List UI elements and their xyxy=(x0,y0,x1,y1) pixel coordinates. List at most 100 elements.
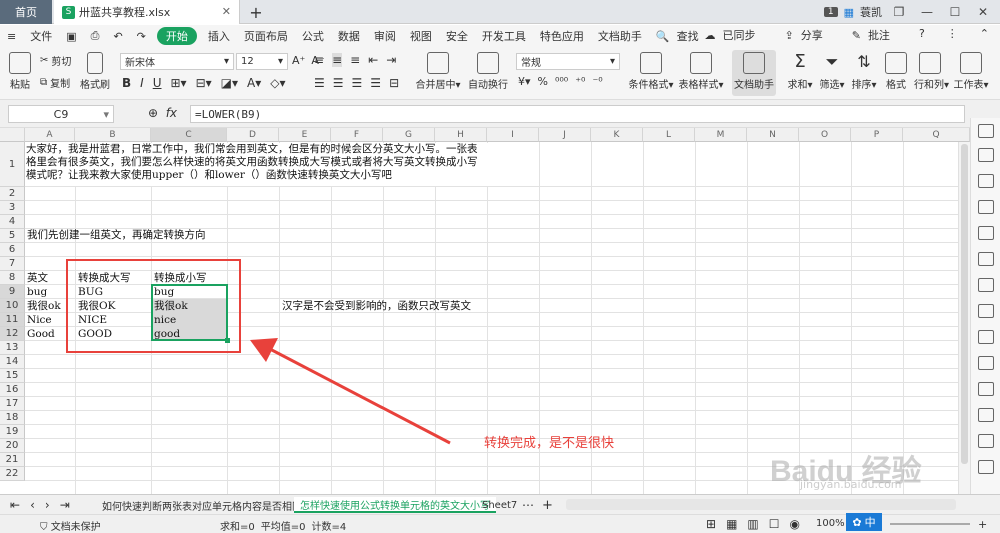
underline-icon[interactable]: U xyxy=(153,76,162,90)
print-icon[interactable]: ⎙ xyxy=(84,29,107,43)
next-sheet-icon[interactable]: › xyxy=(45,498,50,512)
more-icon[interactable]: ⋮ xyxy=(940,27,965,43)
formula-input[interactable]: =LOWER(B9) xyxy=(190,105,965,123)
cell-a5[interactable]: 我们先创建一组英文，再确定转换方向 xyxy=(27,229,206,242)
fill-color-icon[interactable]: ◪▾ xyxy=(221,76,238,90)
align-bottom-icon[interactable]: ≡ xyxy=(350,53,360,67)
intro-cell[interactable]: 大家好，我是卅蓝君，日常工作中，我们常会用到英文，但是有的时候会区分英文大小写。… xyxy=(26,143,536,186)
bold-icon[interactable]: B xyxy=(122,76,131,90)
zoom-level[interactable]: 100% xyxy=(816,518,845,529)
location-icon[interactable] xyxy=(978,434,994,448)
sort-button[interactable]: ⇅ 排序▾ xyxy=(850,52,878,91)
column-header[interactable]: K xyxy=(591,128,643,142)
column-header[interactable]: F xyxy=(331,128,383,142)
maximize-icon[interactable]: ☐ xyxy=(944,5,966,19)
row-header[interactable]: 14 xyxy=(0,355,25,369)
row-header[interactable]: 8 xyxy=(0,271,25,285)
decrease-decimal-icon[interactable]: ⁻⁰ xyxy=(592,75,602,88)
prev-sheet-icon[interactable]: ‹ xyxy=(30,498,35,512)
sync-button[interactable]: ☁ 已同步 xyxy=(698,27,770,43)
collapse-ribbon-icon[interactable]: ⌃ xyxy=(973,27,996,43)
menu-view[interactable]: 视图 xyxy=(403,28,439,44)
indent-right-icon[interactable]: ⇥ xyxy=(386,53,396,67)
zoom-slider[interactable] xyxy=(890,523,970,525)
spreadsheet-grid[interactable]: A B C D E F G H I J K L M N O P Q 1 2 3 … xyxy=(0,128,970,494)
align-top-icon[interactable]: ≡ xyxy=(314,53,324,67)
data-icon[interactable] xyxy=(978,278,994,292)
font-color-icon[interactable]: A▾ xyxy=(247,76,261,90)
home-tab[interactable]: 首页 xyxy=(0,0,52,24)
read-view-icon[interactable]: ☐ xyxy=(769,517,780,531)
column-header[interactable]: O xyxy=(799,128,851,142)
menu-security[interactable]: 安全 xyxy=(439,28,475,44)
rowcol-button[interactable]: 行和列▾ xyxy=(914,52,949,91)
column-header[interactable]: B xyxy=(75,128,151,142)
column-header[interactable]: C xyxy=(151,128,227,142)
increase-font-icon[interactable]: A⁺ xyxy=(292,54,305,67)
column-header[interactable]: H xyxy=(435,128,487,142)
column-header[interactable]: N xyxy=(747,128,799,142)
table-style-button[interactable]: 表格样式▾ xyxy=(678,52,724,91)
cell-a10[interactable]: 我很ok xyxy=(27,300,61,313)
cell-a8[interactable]: 英文 xyxy=(27,272,48,285)
page-view-icon[interactable]: ▦ xyxy=(726,517,737,531)
clear-format-icon[interactable]: ◇▾ xyxy=(270,76,285,90)
row-header[interactable]: 22 xyxy=(0,467,25,481)
doc-icon[interactable] xyxy=(978,330,994,344)
border-icon[interactable]: ⊞▾ xyxy=(171,76,187,90)
column-header[interactable]: L xyxy=(643,128,695,142)
chart-icon[interactable] xyxy=(978,252,994,266)
row-header[interactable]: 1 xyxy=(0,142,25,187)
format-button[interactable]: 格式 xyxy=(884,52,908,91)
row-header[interactable]: 4 xyxy=(0,215,25,229)
row-header[interactable]: 6 xyxy=(0,243,25,257)
add-sheet-button[interactable]: + xyxy=(536,497,559,513)
break-view-icon[interactable]: ▥ xyxy=(747,517,758,531)
column-header[interactable]: A xyxy=(25,128,75,142)
table-icon[interactable] xyxy=(978,226,994,240)
increase-decimal-icon[interactable]: ⁺⁰ xyxy=(575,75,585,88)
sheet-tab[interactable]: 如何快速判断两张表对应单元格内容是否相同 xyxy=(96,497,308,513)
font-size-select[interactable]: 12 ▾ xyxy=(236,53,288,70)
menu-page-layout[interactable]: 页面布局 xyxy=(237,28,295,44)
minimize-icon[interactable]: — xyxy=(916,5,938,19)
row-header[interactable]: 15 xyxy=(0,369,25,383)
redo-icon[interactable]: ↷ xyxy=(130,30,153,43)
row-header[interactable]: 12 xyxy=(0,327,25,341)
row-header[interactable]: 9 xyxy=(0,285,25,299)
fx-icon[interactable]: fx xyxy=(166,106,177,120)
align-right-icon[interactable]: ☰ xyxy=(352,76,363,90)
percent-icon[interactable]: % xyxy=(538,75,548,88)
cell-a12[interactable]: Good xyxy=(27,328,55,341)
first-sheet-icon[interactable]: ⇤ xyxy=(10,498,20,512)
scrollbar-thumb[interactable] xyxy=(961,144,968,464)
settings-icon[interactable] xyxy=(978,460,994,474)
menu-review[interactable]: 审阅 xyxy=(367,28,403,44)
worksheet-button[interactable]: 工作表▾ xyxy=(952,52,990,91)
cube-icon[interactable] xyxy=(978,408,994,422)
share-side-icon[interactable] xyxy=(978,382,994,396)
row-header[interactable]: 7 xyxy=(0,257,25,271)
share-button[interactable]: ⇪ 分享 xyxy=(778,27,837,43)
comment-button[interactable]: ✎ 批注 xyxy=(845,27,904,43)
format-painter-button[interactable]: 格式刷 xyxy=(78,52,112,91)
row-header[interactable]: 16 xyxy=(0,383,25,397)
eye-icon[interactable]: ◉ xyxy=(790,517,800,531)
menu-data[interactable]: 数据 xyxy=(331,28,367,44)
sheet-tab-active[interactable]: 怎样快速使用公式转换单元格的英文大小写 xyxy=(294,497,496,513)
indent-left-icon[interactable]: ⇤ xyxy=(368,53,378,67)
menu-start[interactable]: 开始 xyxy=(156,27,197,45)
menu-file[interactable]: 文件 xyxy=(23,28,59,44)
row-header[interactable]: 19 xyxy=(0,425,25,439)
distribute-icon[interactable]: ⊟ xyxy=(389,76,399,90)
column-header[interactable]: P xyxy=(851,128,903,142)
help-icon[interactable]: ? xyxy=(912,27,932,43)
row-header[interactable]: 11 xyxy=(0,313,25,327)
column-header[interactable]: M xyxy=(695,128,747,142)
restore-icon[interactable]: ❐ xyxy=(888,5,910,19)
doc-helper-button[interactable]: 文档助手 xyxy=(732,50,776,96)
number-format-select[interactable]: 常规 ▾ xyxy=(516,53,620,70)
vertical-scrollbar[interactable] xyxy=(958,142,970,494)
merge-cells-icon[interactable]: ⊟▾ xyxy=(196,76,212,90)
align-center-icon[interactable]: ☰ xyxy=(333,76,344,90)
